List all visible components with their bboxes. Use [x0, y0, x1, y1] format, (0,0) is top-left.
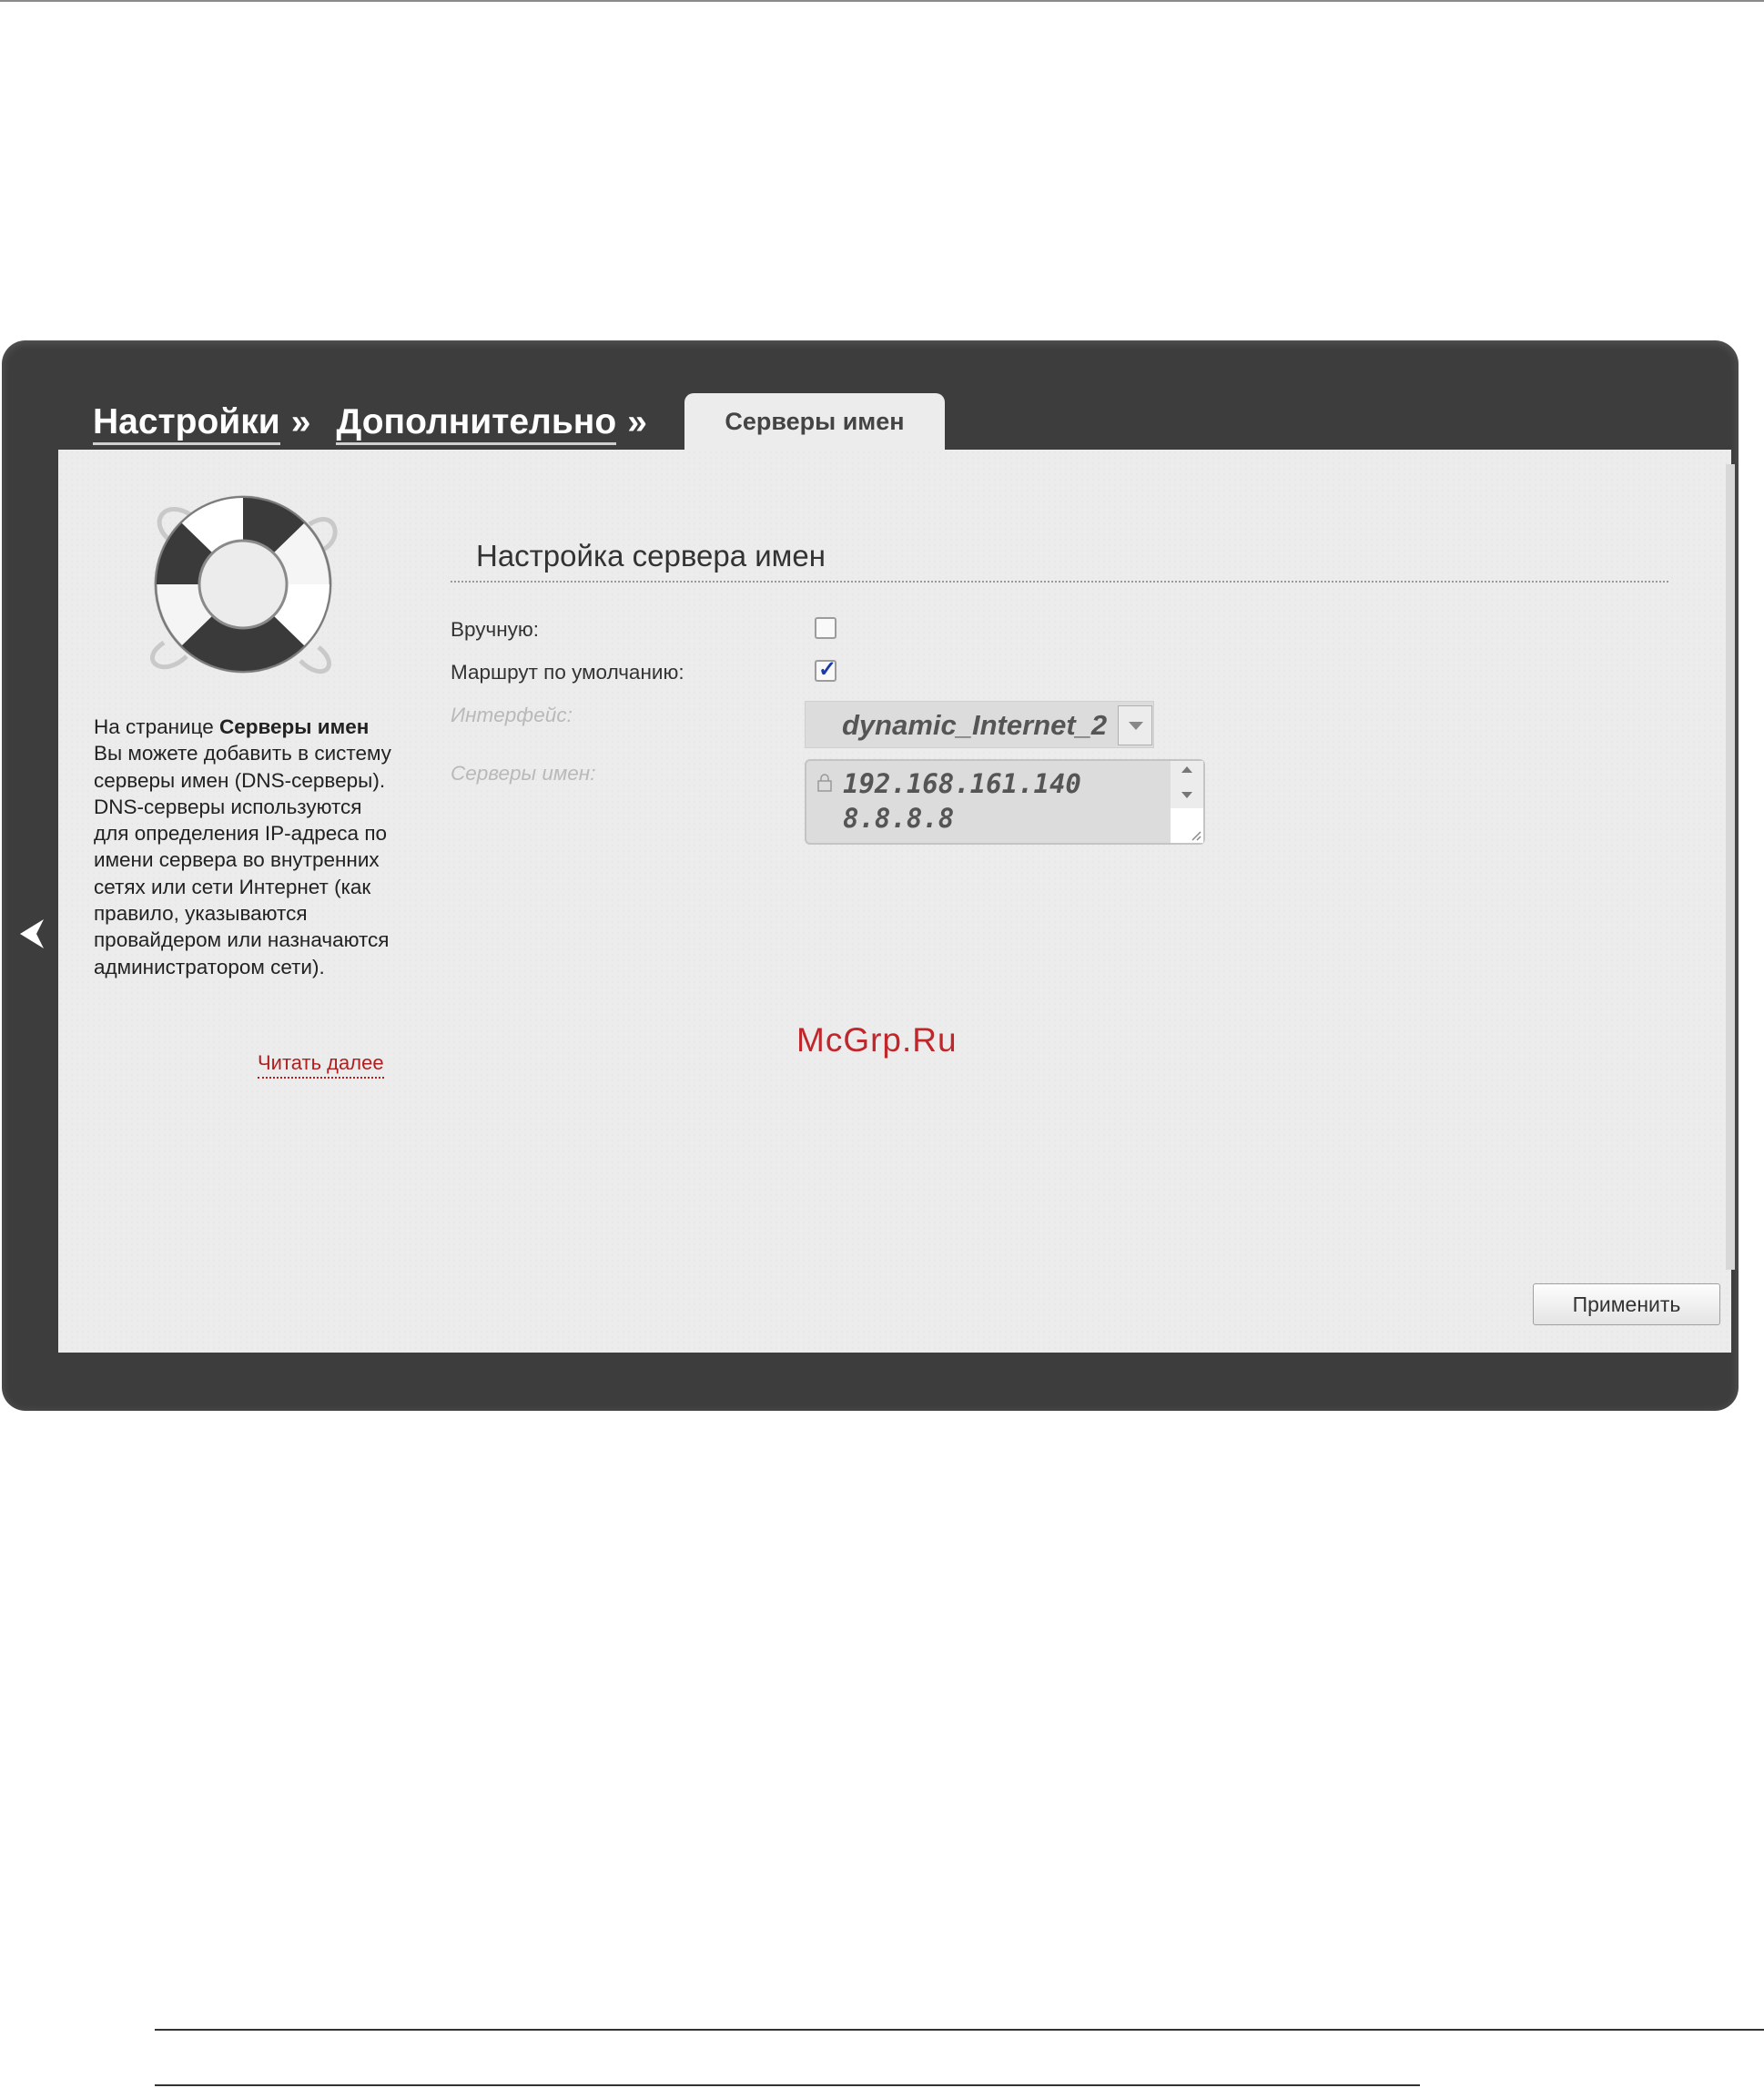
page-bottom-rule — [155, 2084, 1420, 2086]
help-page-name: Серверы имен — [219, 715, 370, 738]
dns-server-entry: 192.168.161.140 — [843, 768, 1081, 799]
breadcrumb-separator: » — [627, 402, 647, 441]
panel-scroll-edge — [1726, 464, 1735, 1270]
watermark: McGrp.Ru — [796, 1021, 958, 1059]
section-title: Настройка сервера имен — [476, 539, 826, 573]
lock-icon — [817, 774, 832, 792]
manual-label: Вручную: — [451, 618, 540, 641]
default-route-checkbox[interactable] — [815, 656, 836, 683]
breadcrumb-separator: » — [290, 402, 311, 441]
section-divider — [451, 581, 1668, 583]
breadcrumb-item-advanced[interactable]: Дополнительно» — [336, 402, 647, 445]
breadcrumb: Настройки» Дополнительно» — [93, 397, 647, 448]
help-text: На странице Серверы имен Вы можете добав… — [94, 715, 391, 978]
manual-checkbox[interactable] — [815, 617, 836, 639]
interface-label: Интерфейс: — [451, 704, 573, 726]
tab-dns-servers[interactable]: Серверы имен — [684, 393, 945, 450]
interface-select[interactable]: dynamic_Internet_2 — [805, 701, 1154, 748]
scroll-up-icon[interactable] — [1181, 766, 1192, 773]
lifebuoy-icon — [150, 495, 338, 674]
scroll-down-icon[interactable] — [1181, 792, 1192, 798]
page-bottom-rule — [155, 2029, 1764, 2031]
breadcrumb-item-settings[interactable]: Настройки» — [93, 402, 311, 445]
apply-button[interactable]: Применить — [1533, 1283, 1720, 1325]
dns-server-entry: 8.8.8.8 — [843, 803, 955, 834]
read-more-link[interactable]: Читать далее — [258, 1051, 384, 1079]
back-arrow-icon[interactable] — [16, 916, 47, 952]
dns-servers-label: Серверы имен: — [451, 762, 596, 785]
textarea-scrollbar[interactable] — [1171, 761, 1203, 843]
default-route-label: Маршрут по умолчанию: — [451, 661, 684, 684]
resize-grip-icon[interactable] — [1191, 830, 1201, 841]
interface-select-value: dynamic_Internet_2 — [842, 709, 1108, 741]
page-top-rule — [0, 0, 1764, 2]
chevron-down-icon[interactable] — [1118, 705, 1152, 745]
dns-servers-textarea[interactable]: 192.168.161.140 8.8.8.8 — [805, 759, 1205, 845]
